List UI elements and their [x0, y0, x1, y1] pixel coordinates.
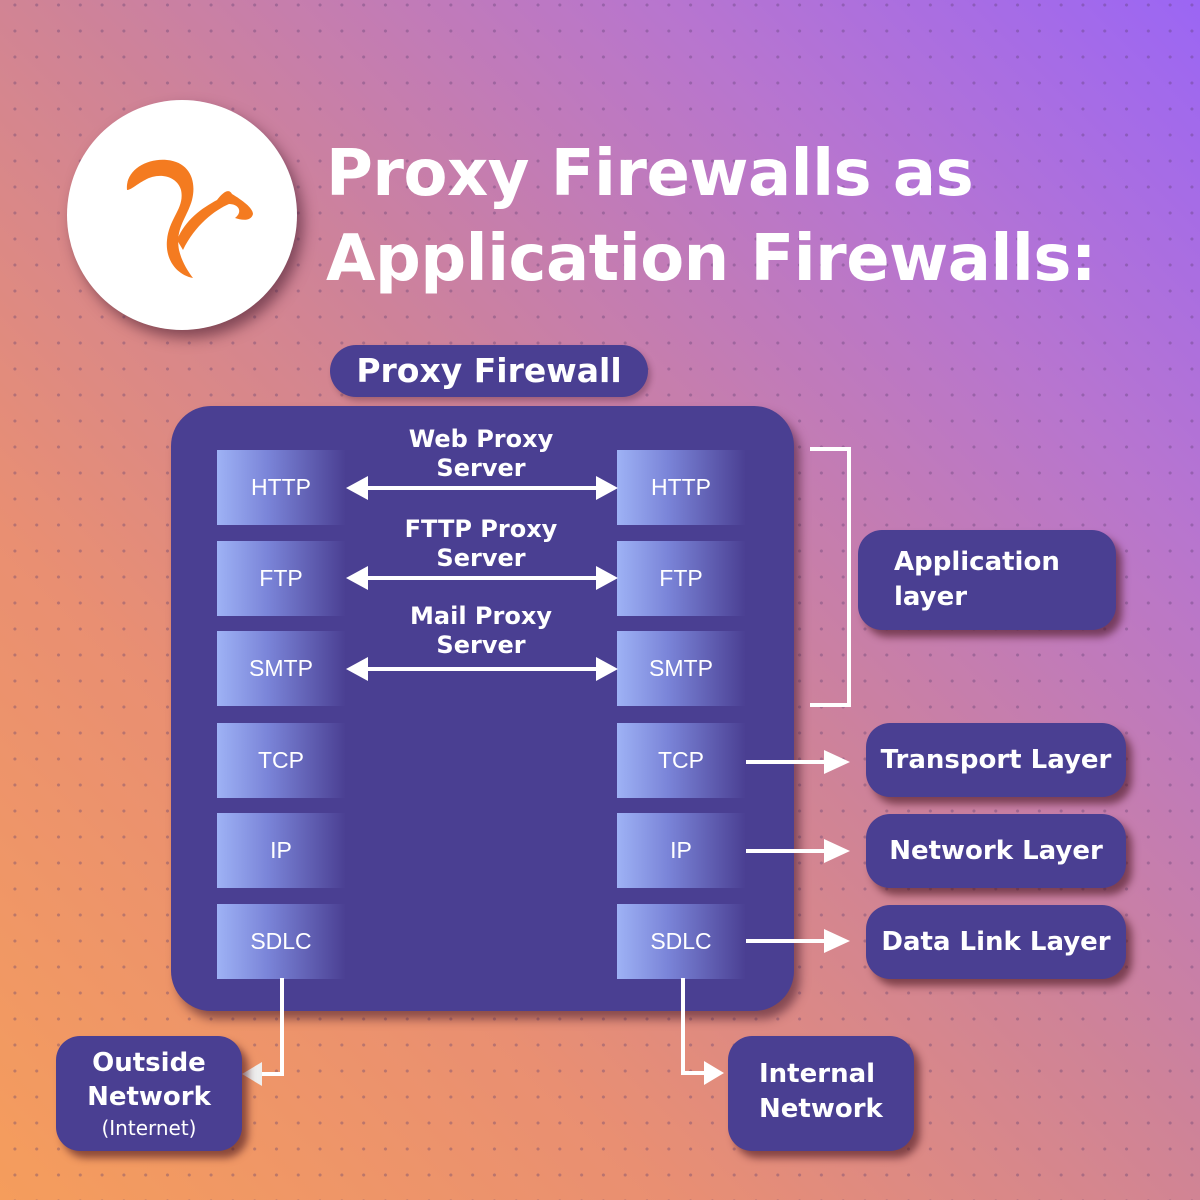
right-protocol-ip: IP — [617, 813, 745, 888]
title-line-2: Application Firewalls: — [326, 222, 1097, 296]
internal-network-card: Internal Network — [728, 1036, 914, 1151]
title-line-1: Proxy Firewalls as — [326, 137, 974, 211]
left-protocol-ftp: FTP — [217, 541, 345, 616]
network-layer-card: Network Layer — [866, 814, 1126, 888]
page-title: Proxy Firewalls as Application Firewalls… — [326, 132, 1097, 302]
right-protocol-http: HTTP — [617, 450, 745, 525]
transport-layer-card: Transport Layer — [866, 723, 1126, 797]
application-layer-card: Application layer — [858, 530, 1116, 630]
outside-network-card: Outside Network (Internet) — [56, 1036, 242, 1151]
fttp-proxy-server-label: FTTP Proxy Server — [404, 515, 558, 572]
left-protocol-smtp: SMTP — [217, 631, 345, 706]
right-protocol-ftp: FTP — [617, 541, 745, 616]
arrow-right-icon — [746, 750, 850, 774]
squirrel-logo-icon — [126, 159, 253, 278]
right-protocol-tcp: TCP — [617, 723, 745, 798]
right-protocol-sdlc: SDLC — [617, 904, 745, 979]
bracket-icon — [810, 447, 851, 707]
arrow-right-icon — [746, 839, 850, 863]
left-protocol-tcp: TCP — [217, 723, 345, 798]
right-protocol-smtp: SMTP — [617, 631, 745, 706]
mail-proxy-server-label: Mail Proxy Server — [410, 602, 552, 659]
left-protocol-sdlc: SDLC — [217, 904, 345, 979]
datalink-layer-card: Data Link Layer — [866, 905, 1126, 979]
double-arrow-icon — [346, 657, 618, 681]
double-arrow-icon — [346, 476, 618, 500]
connector-arrow-outside-icon — [242, 978, 284, 1086]
proxy-firewall-label: Proxy Firewall — [330, 345, 648, 397]
web-proxy-server-label: Web Proxy Server — [408, 425, 554, 482]
connector-arrow-internal-icon — [681, 978, 724, 1085]
arrow-right-icon — [746, 929, 850, 953]
left-protocol-ip: IP — [217, 813, 345, 888]
double-arrow-icon — [346, 566, 618, 590]
left-protocol-http: HTTP — [217, 450, 345, 525]
logo-badge — [67, 100, 297, 330]
